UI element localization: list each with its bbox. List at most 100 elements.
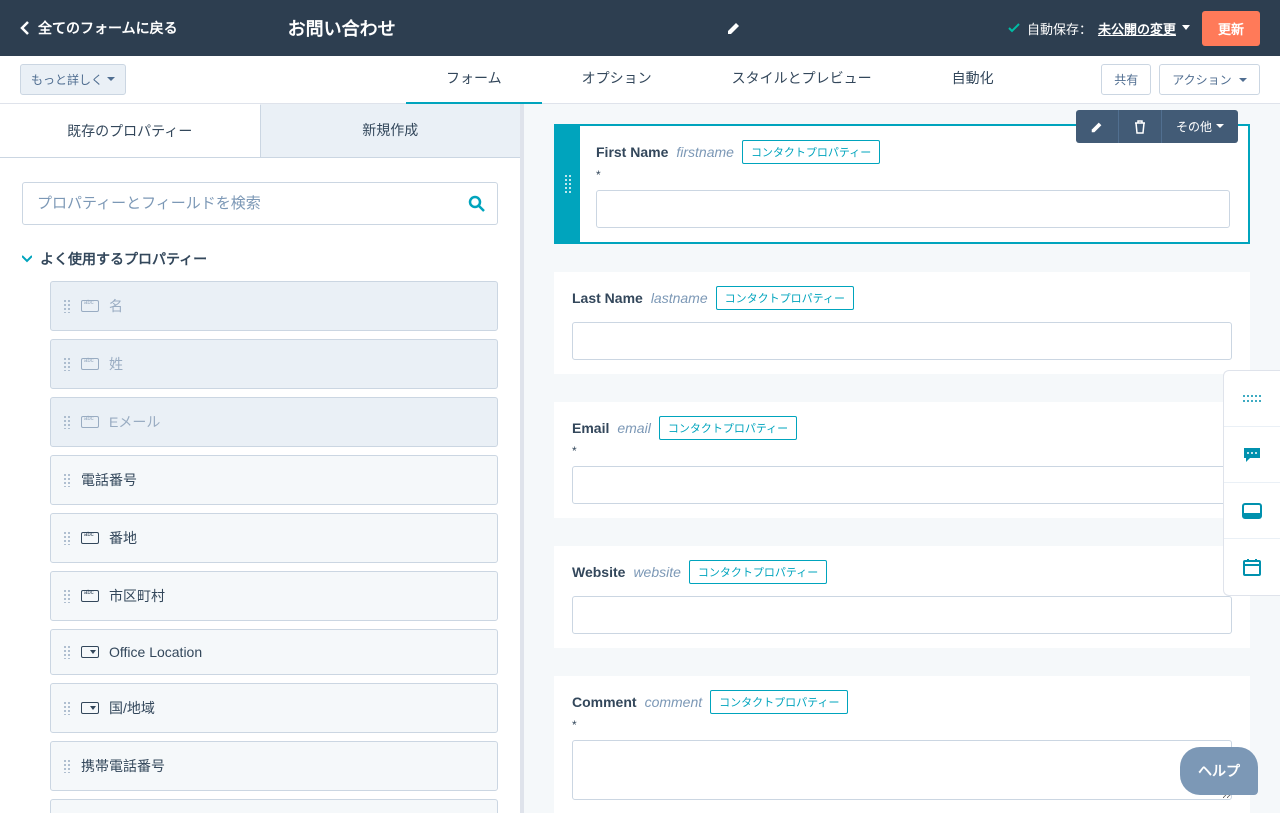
required-indicator: * [572,444,1232,458]
search-box [22,182,498,225]
prop-item-country[interactable]: 国/地域 [50,683,498,733]
prop-item-address[interactable]: 番地 [50,513,498,563]
field-input-lastname[interactable] [572,322,1232,360]
field-label-row: Last Name lastname コンタクトプロパティー [572,286,1232,310]
rail-comment-button[interactable] [1224,427,1280,483]
prop-item-mobile[interactable]: 携帯電話番号 [50,741,498,791]
text-field-icon [81,300,99,312]
autosave-status[interactable]: 自動保存： 未公開の変更 [1007,19,1190,38]
prop-item-office-location[interactable]: Office Location [50,629,498,675]
prop-label: 国/地域 [109,698,155,718]
field-tag: コンタクトプロパティー [689,560,827,584]
prop-item-city[interactable]: 市区町村 [50,571,498,621]
drag-dots-icon [564,174,572,194]
tab-existing-properties[interactable]: 既存のプロパティー [0,104,261,157]
field-internal-name: website [633,564,680,580]
field-input-email[interactable] [572,466,1232,504]
form-canvas: その他 First Name firstname コンタクトプロパティー * [524,104,1280,813]
card-icon [1242,503,1262,519]
drag-handle-icon [63,357,71,371]
property-group: よく使用するプロパティー 名 姓 Eメール 電話番号 番地 市区町村 Offic… [0,237,520,813]
drag-handle[interactable] [556,126,580,242]
field-input-firstname[interactable] [596,190,1230,228]
field-toolbar: その他 [1076,110,1238,143]
form-field-website[interactable]: Website website コンタクトプロパティー [554,546,1250,648]
field-more-label: その他 [1176,118,1212,135]
toolbar-right: 共有 アクション [1101,64,1260,95]
search-icon[interactable] [468,195,486,213]
field-tag: コンタクトプロパティー [710,690,848,714]
prop-item-company[interactable]: 会社名 [50,799,498,813]
page-title: お問い合わせ [288,15,396,41]
more-label: もっと詳しく [31,71,103,88]
search-input[interactable] [22,182,498,225]
chevron-left-icon [20,20,30,36]
drag-handle-icon [63,473,71,487]
prop-item-phone[interactable]: 電話番号 [50,455,498,505]
rail-textfield-button[interactable] [1224,371,1280,427]
field-label-row: Website website コンタクトプロパティー [572,560,1232,584]
tab-style[interactable]: スタイルとプレビュー [692,54,912,105]
field-label-row: Email email コンタクトプロパティー [572,416,1232,440]
more-details-button[interactable]: もっと詳しく [20,64,126,95]
rail-date-button[interactable] [1224,539,1280,595]
chevron-down-icon [22,255,32,263]
prop-item-lastname[interactable]: 姓 [50,339,498,389]
drag-handle-icon [63,645,71,659]
required-indicator: * [596,168,1230,182]
drag-handle-icon [63,701,71,715]
pencil-icon[interactable] [726,20,742,36]
field-internal-name: comment [645,694,703,710]
prop-item-email[interactable]: Eメール [50,397,498,447]
field-body: First Name firstname コンタクトプロパティー * [556,126,1248,242]
caret-down-icon [1216,124,1224,129]
form-field-wrap: Comment comment コンタクトプロパティー * [554,676,1250,813]
prop-label: 番地 [109,528,137,548]
field-more-button[interactable]: その他 [1162,110,1238,143]
caret-down-icon [1182,25,1190,31]
update-button[interactable]: 更新 [1202,11,1260,46]
back-link[interactable]: 全てのフォームに戻る [20,18,178,38]
app-header: 全てのフォームに戻る お問い合わせ 自動保存： 未公開の変更 更新 [0,0,1280,56]
prop-label: Office Location [109,644,202,660]
search-wrap [0,158,520,237]
check-icon [1007,21,1021,35]
actions-label: アクション [1172,73,1231,87]
drag-handle-icon [63,759,71,773]
header-right: 自動保存： 未公開の変更 更新 [1007,11,1260,46]
form-field-comment[interactable]: Comment comment コンタクトプロパティー * [554,676,1250,813]
field-label: Email [572,420,609,436]
field-tag: コンタクトプロパティー [716,286,854,310]
form-field-lastname[interactable]: Last Name lastname コンタクトプロパティー [554,272,1250,374]
actions-button[interactable]: アクション [1159,64,1260,95]
help-button[interactable]: ヘルプ [1180,747,1258,795]
field-delete-button[interactable] [1119,110,1162,143]
field-internal-name: firstname [676,144,734,160]
field-edit-button[interactable] [1076,110,1119,143]
tab-create-new[interactable]: 新規作成 [261,104,521,157]
form-field-firstname[interactable]: その他 First Name firstname コンタクトプロパティー * [554,124,1250,244]
caret-down-icon [107,77,115,82]
field-body: Last Name lastname コンタクトプロパティー [554,272,1250,374]
form-field-email[interactable]: Email email コンタクトプロパティー * [554,402,1250,518]
field-label-row: First Name firstname コンタクトプロパティー [596,140,1230,164]
group-header[interactable]: よく使用するプロパティー [22,249,498,269]
dropdown-field-icon [81,702,99,714]
share-button[interactable]: 共有 [1101,64,1151,95]
form-field-wrap: Email email コンタクトプロパティー * [554,402,1250,518]
tab-options[interactable]: オプション [542,54,692,105]
prop-item-firstname[interactable]: 名 [50,281,498,331]
field-input-comment[interactable] [572,740,1232,800]
field-body: Website website コンタクトプロパティー [554,546,1250,648]
toolbar: もっと詳しく フォーム オプション スタイルとプレビュー 自動化 共有 アクショ… [0,56,1280,104]
form-field-wrap: Website website コンタクトプロパティー [554,546,1250,648]
tab-form[interactable]: フォーム [406,54,542,105]
rail-card-button[interactable] [1224,483,1280,539]
field-input-website[interactable] [572,596,1232,634]
dropdown-field-icon [81,646,99,658]
main-content: 既存のプロパティー 新規作成 よく使用するプロパティー 名 姓 Eメール 電話番… [0,104,1280,813]
field-label: Last Name [572,290,643,306]
field-internal-name: lastname [651,290,708,306]
tab-automation[interactable]: 自動化 [912,54,1034,105]
field-label-row: Comment comment コンタクトプロパティー [572,690,1232,714]
